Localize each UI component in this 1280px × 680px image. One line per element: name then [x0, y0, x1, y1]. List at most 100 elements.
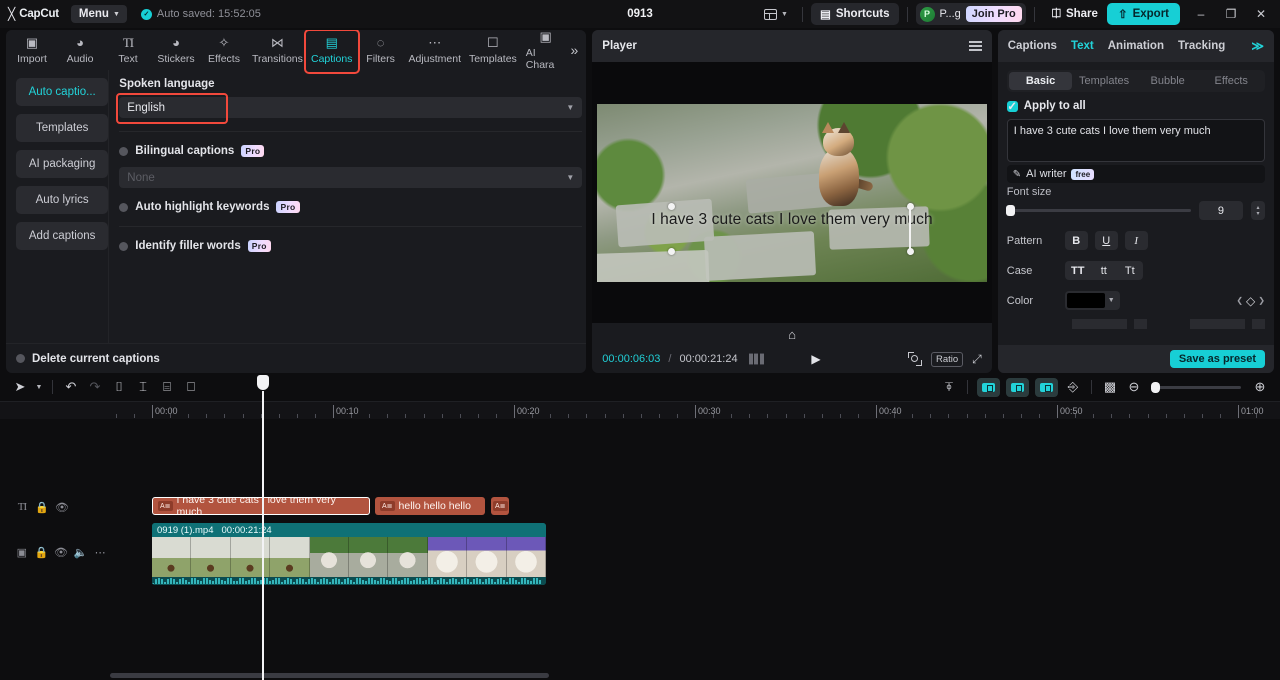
- lock-icon[interactable]: 🔒: [32, 501, 52, 514]
- close-button[interactable]: ✕: [1246, 1, 1276, 27]
- frame-grid-icon[interactable]: [748, 353, 764, 365]
- tab-stickers[interactable]: ◕ Stickers: [152, 34, 200, 67]
- eye-icon[interactable]: 👁: [52, 501, 72, 514]
- chevron-left-icon[interactable]: ❮: [1236, 296, 1243, 305]
- bilingual-captions-toggle[interactable]: [119, 146, 129, 156]
- delete-captions-toggle[interactable]: [16, 354, 25, 363]
- microphone-icon[interactable]: ⍕: [937, 376, 961, 398]
- text-clip-selected[interactable]: A≣ I have 3 cute cats I love them very m…: [152, 497, 370, 515]
- trim-end-icon[interactable]: ⌸: [155, 376, 179, 398]
- zoom-in-icon[interactable]: ⊕: [1248, 376, 1272, 398]
- join-pro-button[interactable]: Join Pro: [965, 6, 1022, 22]
- sidebar-item-templates[interactable]: Templates: [16, 114, 109, 142]
- lowercase-button[interactable]: tt: [1091, 265, 1117, 277]
- tab-animation-props[interactable]: Animation: [1108, 40, 1164, 52]
- subtab-bubble[interactable]: Bubble: [1136, 72, 1200, 90]
- account-pro-group[interactable]: P P...g Join Pro: [915, 3, 1026, 25]
- layout-switch-button[interactable]: ▼: [758, 6, 794, 23]
- more-tabs-icon[interactable]: ≫: [1251, 39, 1264, 53]
- zoom-fit-icon[interactable]: [907, 352, 922, 366]
- export-button[interactable]: ⇧ Export: [1106, 3, 1180, 25]
- secondary-control[interactable]: [1189, 319, 1245, 329]
- chevron-right-icon[interactable]: ❯: [1258, 296, 1265, 305]
- selection-edge-bar[interactable]: [909, 202, 912, 255]
- chevron-down-icon[interactable]: ▼: [32, 384, 46, 391]
- sidebar-item-add-captions[interactable]: Add captions: [16, 222, 109, 250]
- minimize-button[interactable]: –: [1186, 1, 1216, 27]
- headphone-icon[interactable]: ⌂: [788, 327, 796, 342]
- sidebar-item-auto-captions[interactable]: Auto captio...: [16, 78, 109, 106]
- slider-thumb[interactable]: [1151, 381, 1160, 393]
- trim-start-icon[interactable]: ⌶: [131, 376, 155, 398]
- caption-selection-box[interactable]: [668, 202, 915, 255]
- tab-transitions[interactable]: ⋈ Transitions: [248, 34, 307, 67]
- color-picker[interactable]: ▼: [1064, 291, 1120, 310]
- caption-text-input[interactable]: I have 3 cute cats I love them very much: [1006, 119, 1265, 162]
- zoom-out-icon[interactable]: ⊖: [1122, 376, 1146, 398]
- tab-text[interactable]: TI Text: [104, 34, 152, 67]
- shortcuts-button[interactable]: ▤ Shortcuts: [810, 3, 899, 25]
- secondary-control-stepper[interactable]: [1133, 319, 1147, 329]
- sidebar-item-auto-lyrics[interactable]: Auto lyrics: [16, 186, 109, 214]
- tab-tracking-props[interactable]: Tracking: [1178, 40, 1225, 52]
- tab-effects[interactable]: ✧ Effects: [200, 34, 248, 67]
- subtab-effects[interactable]: Effects: [1199, 72, 1263, 90]
- subtab-templates[interactable]: Templates: [1072, 72, 1136, 90]
- undo-icon[interactable]: ↶: [59, 376, 83, 398]
- volume-icon[interactable]: 🔈: [71, 546, 91, 559]
- more-options-icon[interactable]: ⋯: [90, 546, 110, 559]
- tab-captions-props[interactable]: Captions: [1008, 40, 1057, 52]
- timeline-zoom-slider[interactable]: [1151, 381, 1241, 393]
- tab-ai-character[interactable]: ▣ AI Chara: [521, 30, 571, 73]
- secondary-control[interactable]: [1071, 319, 1127, 329]
- sidebar-item-ai-packaging[interactable]: AI packaging: [16, 150, 109, 178]
- spoken-language-select[interactable]: English ▼: [119, 97, 583, 118]
- delete-icon[interactable]: ⎕: [179, 376, 203, 398]
- font-size-value[interactable]: 9: [1198, 201, 1243, 220]
- link-toggle-icon[interactable]: ⎆: [1061, 376, 1085, 398]
- font-size-slider[interactable]: [1005, 205, 1191, 216]
- bilingual-language-select[interactable]: None ▼: [119, 167, 583, 188]
- resize-handle[interactable]: [668, 247, 676, 255]
- split-icon[interactable]: ⌷: [107, 376, 131, 398]
- checkbox-checked-icon[interactable]: ✓: [1006, 100, 1018, 113]
- tab-templates[interactable]: ☐ Templates: [465, 34, 521, 67]
- slider-thumb[interactable]: [1005, 205, 1015, 216]
- save-as-preset-button[interactable]: Save as preset: [1169, 350, 1265, 368]
- eye-icon[interactable]: 👁: [51, 546, 71, 559]
- timeline-horizontal-scrollbar[interactable]: [110, 673, 1264, 678]
- subtab-basic[interactable]: Basic: [1008, 72, 1073, 90]
- text-clip[interactable]: A≣ hello hello hello: [375, 497, 485, 515]
- italic-button[interactable]: I: [1124, 231, 1148, 250]
- playhead[interactable]: [256, 375, 269, 680]
- lock-icon[interactable]: 🔒: [32, 546, 52, 559]
- tab-captions[interactable]: ▤ Captions: [303, 30, 360, 74]
- playhead-handle[interactable]: [256, 375, 269, 390]
- keyframe-diamond-icon[interactable]: ◇: [1246, 294, 1255, 308]
- keyframe-control[interactable]: ❮ ◇ ❯: [1236, 294, 1265, 308]
- auto-snap-button[interactable]: [977, 377, 1000, 397]
- select-tool-icon[interactable]: ➤: [8, 376, 32, 398]
- magnet-button[interactable]: [1035, 377, 1058, 397]
- tab-filters[interactable]: ◌ Filters: [357, 34, 405, 67]
- tab-text-props[interactable]: Text: [1071, 40, 1094, 52]
- ratio-button[interactable]: Ratio: [930, 351, 964, 367]
- play-button[interactable]: ▶: [811, 352, 820, 366]
- text-clip[interactable]: A≣: [491, 497, 509, 515]
- secondary-control-stepper[interactable]: [1251, 319, 1265, 329]
- more-tabs-icon[interactable]: »: [571, 42, 585, 58]
- uppercase-button[interactable]: TT: [1065, 265, 1091, 277]
- underline-button[interactable]: U: [1094, 231, 1118, 250]
- bold-button[interactable]: B: [1064, 231, 1088, 250]
- share-button[interactable]: ⎅ Share: [1043, 4, 1107, 25]
- tab-adjustment[interactable]: ⋯ Adjustment: [405, 34, 465, 67]
- timeline-ruler[interactable]: 00:00 00:10 00:20 00:30 00:40 00:50 01:00: [0, 401, 1280, 419]
- video-clip[interactable]: 0919 (1).mp4 00:00:21:24: [152, 523, 546, 585]
- apply-to-all-row[interactable]: ✓ Apply to all: [1006, 100, 1265, 113]
- fullscreen-icon[interactable]: ⤢: [972, 352, 982, 367]
- identify-filler-toggle[interactable]: [119, 241, 129, 251]
- font-size-stepper[interactable]: ▴ ▾: [1250, 201, 1265, 220]
- redo-icon[interactable]: ↷: [83, 376, 107, 398]
- tab-import[interactable]: ▣ Import: [8, 34, 56, 67]
- maximize-button[interactable]: ❐: [1216, 1, 1246, 27]
